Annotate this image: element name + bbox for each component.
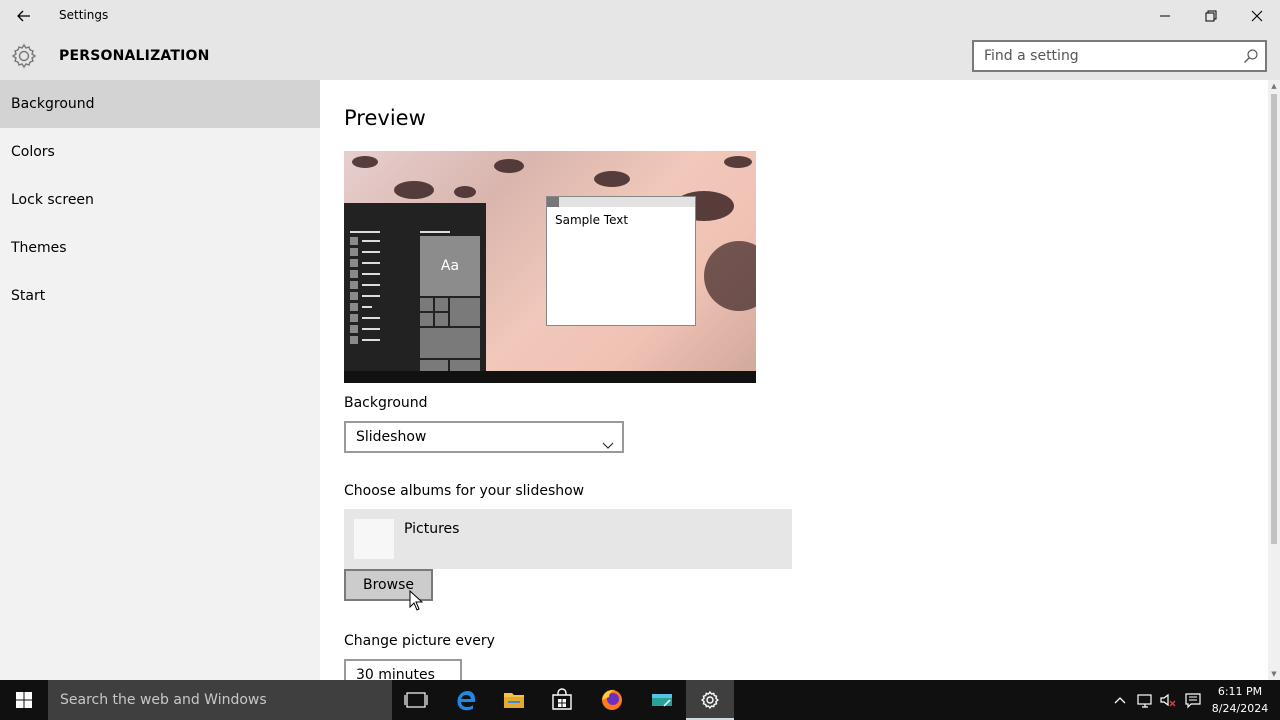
scrollbar[interactable]: ▲ ▼ — [1268, 80, 1280, 680]
chevron-down-icon — [602, 432, 614, 449]
page-title: PERSONALIZATION — [59, 48, 210, 64]
album-item[interactable]: Pictures — [344, 509, 792, 569]
sidebar-item-start[interactable]: Start — [0, 272, 320, 320]
edge-icon[interactable] — [442, 680, 490, 720]
albums-label: Choose albums for your slideshow — [344, 483, 585, 499]
album-thumbnail — [354, 519, 394, 559]
sidebar-item-lock-screen[interactable]: Lock screen — [0, 176, 320, 224]
title-bar: Settings — [0, 0, 1280, 32]
background-dropdown[interactable]: Slideshow — [344, 421, 624, 453]
preview-tile: Aa — [420, 236, 480, 296]
task-view-icon[interactable] — [392, 680, 440, 720]
file-explorer-icon[interactable] — [490, 680, 538, 720]
sidebar-item-themes[interactable]: Themes — [0, 224, 320, 272]
sidebar-item-colors[interactable]: Colors — [0, 128, 320, 176]
section-heading: Preview — [344, 106, 426, 130]
interval-label: Change picture every — [344, 633, 495, 649]
interval-dropdown-value: 30 minutes — [356, 667, 435, 680]
scroll-thumb[interactable] — [1271, 94, 1277, 544]
chevron-up-icon[interactable] — [1110, 690, 1130, 710]
taskbar: Search the web and Windows 6:11 PM 8/24/… — [0, 680, 1280, 720]
taskbar-search-placeholder: Search the web and Windows — [60, 692, 267, 708]
back-arrow-icon[interactable] — [8, 4, 40, 28]
preview-sample-text: Sample Text — [555, 213, 629, 227]
background-label: Background — [344, 395, 428, 411]
minimize-icon[interactable] — [1142, 0, 1188, 32]
preview-window: Sample Text — [546, 196, 696, 326]
close-icon[interactable] — [1234, 0, 1280, 32]
firefox-icon[interactable] — [588, 680, 636, 720]
background-dropdown-value: Slideshow — [356, 429, 427, 445]
search-input[interactable] — [974, 42, 1234, 70]
mouse-cursor-icon — [409, 589, 424, 612]
taskbar-search[interactable]: Search the web and Windows — [48, 680, 392, 720]
window-title: Settings — [59, 8, 109, 22]
search-icon[interactable] — [1243, 48, 1259, 64]
album-name: Pictures — [404, 521, 460, 537]
sidebar-item-background[interactable]: Background — [0, 80, 320, 128]
scroll-up-icon[interactable]: ▲ — [1268, 80, 1280, 92]
preview-taskbar — [344, 371, 756, 383]
system-clock[interactable]: 6:11 PM 8/24/2024 — [1208, 683, 1272, 717]
chevron-down-icon — [440, 670, 452, 678]
action-center-icon[interactable] — [1183, 690, 1203, 710]
windows-start-icon[interactable] — [0, 680, 48, 720]
preview-start-menu: Aa — [344, 203, 486, 373]
store-icon[interactable] — [538, 680, 586, 720]
main-content: Preview Aa Sample Text Background Slides… — [320, 80, 1268, 680]
interval-dropdown[interactable]: 30 minutes — [344, 659, 462, 680]
restore-icon[interactable] — [1188, 0, 1234, 32]
scroll-down-icon[interactable]: ▼ — [1268, 668, 1280, 680]
clock-time: 6:11 PM — [1217, 685, 1263, 698]
settings-icon[interactable] — [686, 680, 734, 720]
volume-muted-icon[interactable] — [1158, 690, 1178, 710]
search-box[interactable] — [972, 40, 1267, 72]
app-icon[interactable] — [638, 680, 686, 720]
gear-icon — [10, 42, 38, 70]
clock-date: 8/24/2024 — [1211, 702, 1269, 715]
desktop-preview: Aa Sample Text — [344, 151, 756, 383]
sidebar: Background Colors Lock screen Themes Sta… — [0, 80, 320, 680]
network-icon[interactable] — [1135, 690, 1155, 710]
